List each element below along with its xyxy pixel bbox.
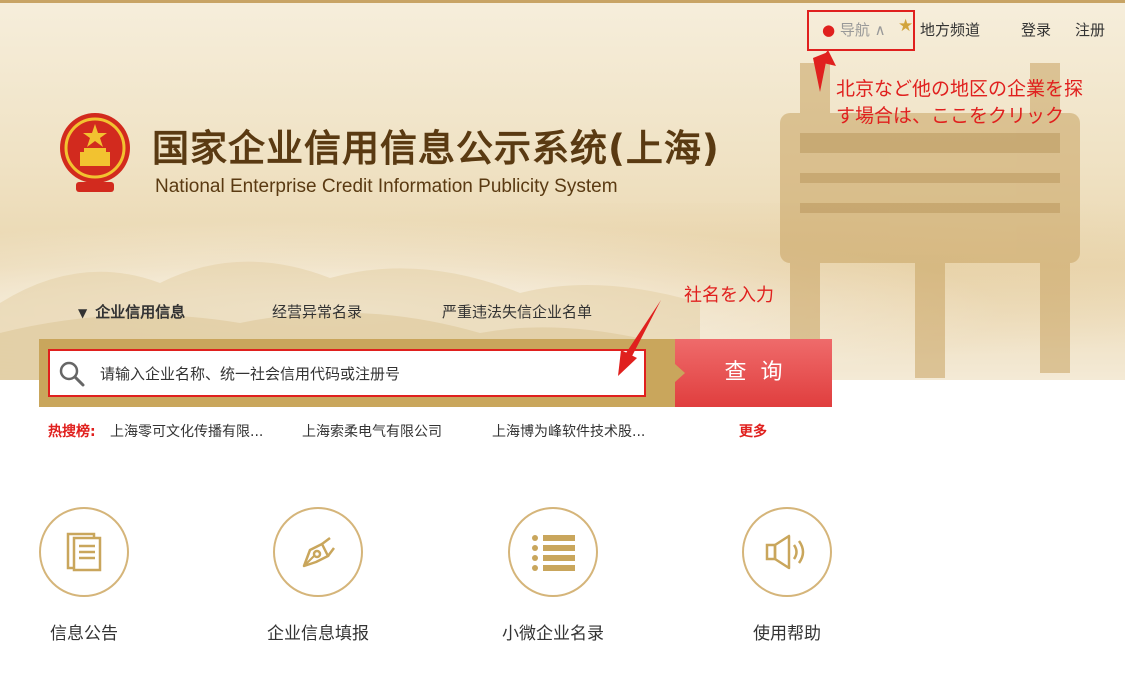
nav-daohang-link[interactable]: ● 导航 ∧ [822,19,886,40]
feature-label: 信息公告 [50,624,118,644]
login-link[interactable]: 登录 [1021,19,1051,40]
star-icon: ★ [898,16,914,36]
feature-label: 小微企业名录 [502,624,604,644]
feature-info-announcement[interactable]: 信息公告 [9,507,159,644]
feature-circle [273,507,363,597]
hot-search-item[interactable]: 上海零可文化传播有限... [110,421,263,441]
tab-serious-violations[interactable]: 严重违法失信企业名单 [442,301,592,322]
nav-local-channel-link[interactable]: 地方频道 [920,19,980,40]
list-icon [532,535,575,571]
hot-search-more-link[interactable]: 更多 [739,421,767,441]
search-input[interactable] [100,361,620,387]
feature-label: 使用帮助 [753,624,821,644]
hot-search-label: 热搜榜: [48,424,96,440]
nav-hint-annotation: 北京など他の地区の企業を探 す場合は、ここをクリック [836,76,1083,130]
nav-hint-line1: 北京など他の地区の企業を探 [836,78,1084,100]
location-pin-icon: ● [822,21,836,39]
tab-abnormal-operations[interactable]: 经营异常名录 [272,301,362,322]
search-hint-annotation: 社名を入力 [684,285,774,306]
feature-circle [742,507,832,597]
site-title-cn: 国家企业信用信息公示系统(上海) [152,127,720,170]
document-icon [66,532,102,572]
tab-label: 企业信用信息 [95,303,186,321]
speaker-icon [765,534,805,570]
pen-icon [302,537,335,568]
feature-enterprise-info-report[interactable]: 企业信息填报 [243,507,393,644]
chevron-up-icon: ∧ [874,21,886,39]
search-button[interactable]: 查询 [675,339,832,407]
search-icon [59,361,85,387]
tab-enterprise-credit-info[interactable]: ▼ 企业信用信息 [78,301,185,322]
triangle-down-icon: ▼ [78,306,88,320]
national-emblem-logo [60,113,130,192]
hot-search-item[interactable]: 上海博为峰软件技术股... [492,421,645,441]
feature-usage-help[interactable]: 使用帮助 [712,507,862,644]
feature-circle [508,507,598,597]
site-title-en: National Enterprise Credit Information P… [155,176,618,197]
feature-label: 企业信息填报 [267,624,369,644]
feature-circle [39,507,129,597]
search-button-notch [675,364,685,382]
register-link[interactable]: 注册 [1075,19,1105,40]
feature-micro-enterprise-list[interactable]: 小微企业名录 [478,507,628,644]
nav-daohang-label: 导航 [839,21,870,39]
hot-search-item[interactable]: 上海索柔电气有限公司 [302,421,442,441]
nav-hint-line2: す場合は、ここをクリック [836,105,1065,127]
